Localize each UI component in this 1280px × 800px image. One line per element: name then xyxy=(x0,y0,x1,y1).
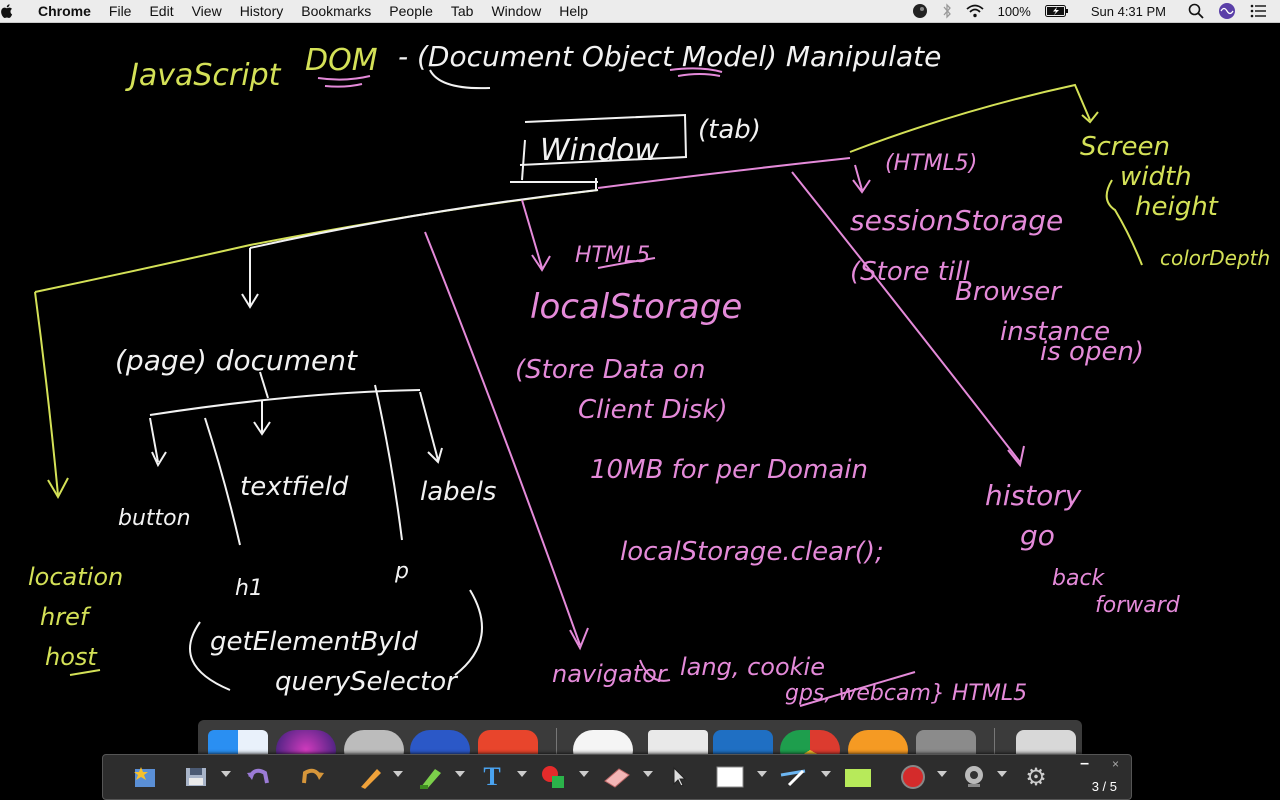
browser-label: Browser xyxy=(955,277,1063,307)
href-label: href xyxy=(40,603,92,631)
html5-local-label: HTML5 xyxy=(575,243,650,268)
notification-center-icon[interactable] xyxy=(1250,4,1266,18)
spotlight-search-icon[interactable] xyxy=(1188,3,1204,19)
go-label: go xyxy=(1020,519,1055,552)
toolbar-close-button[interactable]: × xyxy=(1112,757,1119,771)
save-disk-icon[interactable] xyxy=(181,763,211,791)
highlighter-dropdown-caret[interactable] xyxy=(455,771,465,777)
height-label: height xyxy=(1135,192,1219,222)
shapes-icon[interactable] xyxy=(539,763,569,791)
history-label: history xyxy=(985,479,1082,512)
menu-window[interactable]: Window xyxy=(491,3,541,19)
localstorage-label: localStorage xyxy=(530,287,742,327)
clock[interactable]: Sun 4:31 PM xyxy=(1091,4,1166,19)
menu-file[interactable]: File xyxy=(109,3,132,19)
apple-menu-icon[interactable] xyxy=(0,3,38,19)
annotation-toolbar: T ⚙ – × 3 / 5 xyxy=(102,754,1132,800)
store-till-label: (Store till xyxy=(850,257,970,287)
redo-icon[interactable] xyxy=(298,763,328,791)
host-label: host xyxy=(45,643,98,671)
page-indicator: 3 / 5 xyxy=(1091,779,1117,794)
title-javascript: JavaScript xyxy=(125,58,282,93)
forward-label: forward xyxy=(1095,593,1181,618)
tenmb-label: 10MB for per Domain xyxy=(590,455,868,485)
sessionstorage-label: sessionStorage xyxy=(850,204,1063,237)
menu-help[interactable]: Help xyxy=(559,3,588,19)
nav-detail2-label: gps, webcam} HTML5 xyxy=(785,681,1027,706)
menu-history[interactable]: History xyxy=(240,3,284,19)
wifi-icon[interactable] xyxy=(966,4,984,18)
fill-color-icon[interactable] xyxy=(843,763,873,791)
isopen-label: is open) xyxy=(1040,337,1144,367)
pencil-dropdown-caret[interactable] xyxy=(393,771,403,777)
line-tool-icon[interactable] xyxy=(779,763,809,791)
save-dropdown-caret[interactable] xyxy=(221,771,231,777)
html5-session-label: (HTML5) xyxy=(885,151,977,176)
title-dom: DOM xyxy=(305,43,378,78)
eraser-icon[interactable] xyxy=(601,763,631,791)
whiteboard-canvas[interactable]: JavaScript DOM - (Document Object Model)… xyxy=(0,23,1280,800)
text-tool-icon[interactable]: T xyxy=(477,762,507,791)
webcam-icon[interactable] xyxy=(959,763,989,791)
text-dropdown-caret[interactable] xyxy=(517,771,527,777)
menu-bookmarks[interactable]: Bookmarks xyxy=(301,3,371,19)
window-label: Window xyxy=(540,133,659,168)
menu-tab[interactable]: Tab xyxy=(451,3,474,19)
shapes-dropdown-caret[interactable] xyxy=(579,771,589,777)
store-disk-1: (Store Data on xyxy=(515,355,705,385)
labels-label: labels xyxy=(420,477,496,507)
navigator-label: navigator xyxy=(552,660,669,688)
textfield-label: textfield xyxy=(240,472,349,502)
screen-record-icon[interactable] xyxy=(912,3,928,19)
button-label: button xyxy=(118,506,191,531)
bluetooth-icon[interactable] xyxy=(942,3,952,19)
settings-gear-icon[interactable]: ⚙ xyxy=(1021,763,1051,791)
app-name[interactable]: Chrome xyxy=(38,3,91,19)
width-label: width xyxy=(1120,162,1192,192)
toolbar-minimize-button[interactable]: – xyxy=(1080,755,1089,773)
whiteboard-icon[interactable] xyxy=(715,763,745,791)
page-document-label: (page) document xyxy=(115,344,358,377)
tab-label: (tab) xyxy=(698,115,761,145)
h1-label: h1 xyxy=(235,576,263,601)
p-label: p xyxy=(394,559,409,584)
menu-people[interactable]: People xyxy=(389,3,433,19)
record-dropdown-caret[interactable] xyxy=(937,771,947,777)
nav-detail-label: lang, cookie xyxy=(680,653,825,681)
menu-edit[interactable]: Edit xyxy=(149,3,173,19)
location-label: location xyxy=(28,563,123,591)
getelementbyid-label: getElementById xyxy=(210,627,418,657)
colordepth-label: colorDepth xyxy=(1160,246,1270,270)
title-rest: - (Document Object Model) Manipulate xyxy=(398,40,941,73)
menu-bar: Chrome File Edit View History Bookmarks … xyxy=(0,0,1280,23)
screen-branch-line xyxy=(849,83,1091,153)
eraser-dropdown-caret[interactable] xyxy=(643,771,653,777)
pencil-icon[interactable] xyxy=(355,763,385,791)
status-area: 100% Sun 4:31 PM xyxy=(912,0,1280,22)
queryselector-label: querySelector xyxy=(275,667,459,697)
webcam-dropdown-caret[interactable] xyxy=(997,771,1007,777)
star-shape-icon[interactable] xyxy=(131,763,161,791)
highlighter-icon[interactable] xyxy=(415,763,445,791)
undo-icon[interactable] xyxy=(243,763,273,791)
menu-view[interactable]: View xyxy=(192,3,222,19)
back-label: back xyxy=(1052,566,1106,591)
clear-label: localStorage.clear(); xyxy=(620,537,884,567)
line-dropdown-caret[interactable] xyxy=(821,771,831,777)
record-icon[interactable] xyxy=(898,763,928,791)
store-disk-2: Client Disk) xyxy=(578,395,728,425)
whiteboard-dropdown-caret[interactable] xyxy=(757,771,767,777)
battery-percent: 100% xyxy=(997,3,1031,19)
cursor-arrow-icon[interactable] xyxy=(665,763,695,791)
siri-icon[interactable] xyxy=(1218,2,1236,20)
screen-label: Screen xyxy=(1080,132,1170,162)
battery-icon[interactable] xyxy=(1044,5,1069,17)
left-branch-line xyxy=(34,189,599,293)
